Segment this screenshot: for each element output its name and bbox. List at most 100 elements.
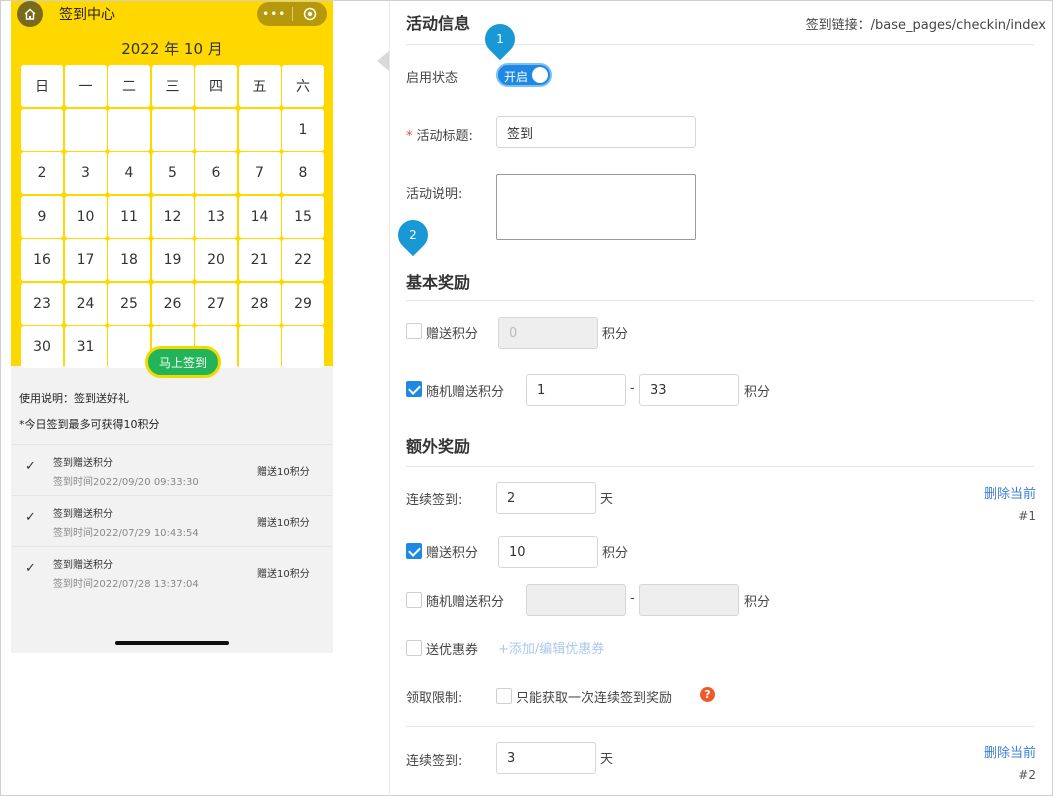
calendar-day[interactable]: 5 — [151, 152, 194, 194]
delete-reward-link[interactable]: 删除当前 — [984, 742, 1036, 761]
calendar-day[interactable]: 20 — [195, 239, 237, 281]
calendar-day[interactable]: 4 — [108, 152, 150, 194]
calendar-day[interactable]: 11 — [108, 195, 150, 238]
status-toggle[interactable]: 开启 — [496, 63, 552, 87]
random-min-input[interactable]: 1 — [526, 374, 626, 406]
checkin-record: ✓ 签到赠送积分 签到时间2022/07/28 13:37:04 赠送10积分 — [11, 546, 333, 596]
day-unit: 天 — [600, 492, 614, 507]
target-icon — [303, 7, 316, 21]
calendar-day[interactable] — [21, 108, 63, 151]
weekday-header: 五 — [238, 65, 281, 107]
coupon-checkbox[interactable] — [406, 640, 422, 656]
calendar-day[interactable] — [108, 326, 150, 368]
close-target-button[interactable] — [293, 7, 328, 21]
calendar-day[interactable] — [282, 326, 324, 368]
calendar-day[interactable]: 22 — [282, 239, 324, 281]
consecutive-days-input[interactable]: 2 — [496, 482, 596, 514]
calendar-day[interactable] — [238, 108, 281, 151]
calendar-day[interactable]: 29 — [282, 282, 324, 325]
calendar-day[interactable]: 21 — [238, 239, 281, 281]
points-unit: 积分 — [744, 385, 771, 400]
calendar-day[interactable]: 6 — [195, 152, 237, 194]
desc-textarea[interactable] — [496, 174, 696, 240]
more-icon[interactable]: ••• — [257, 7, 292, 21]
calendar-day[interactable]: 8 — [282, 152, 324, 194]
calendar-day[interactable]: 27 — [195, 282, 237, 325]
required-mark: * — [406, 129, 413, 144]
weekday-header: 六 — [282, 65, 324, 107]
calendar-day[interactable]: 26 — [151, 282, 194, 325]
step-badge-number: 1 — [496, 32, 504, 46]
section-title-basic-reward: 基本奖励 — [406, 273, 471, 292]
calendar-grid: 日一二三四五六 1 2 3 4 5 6 7 8 9 10 11 12 13 14 15 16 17 18 19 20 21… — [21, 65, 324, 368]
calendar-day[interactable]: 12 — [151, 195, 194, 238]
divider — [406, 300, 1034, 301]
calendar-day[interactable]: 16 — [21, 239, 63, 281]
random-points-checkbox[interactable] — [406, 381, 422, 397]
checkin-record: ✓ 签到赠送积分 签到时间2022/09/20 09:33:30 赠送10积分 — [11, 444, 333, 494]
calendar-day[interactable]: 25 — [108, 282, 150, 325]
check-icon: ✓ — [25, 561, 36, 576]
calendar-day[interactable]: 18 — [108, 239, 150, 281]
delete-reward-link[interactable]: 删除当前 — [984, 483, 1036, 502]
calendar-day[interactable]: 23 — [21, 282, 63, 325]
usage-note: 使用说明：签到送好礼 — [19, 392, 129, 405]
calendar-day[interactable]: 2 — [21, 152, 63, 194]
calendar-day[interactable]: 10 — [64, 195, 107, 238]
calendar-day[interactable] — [195, 108, 237, 151]
calendar-day[interactable]: 19 — [151, 239, 194, 281]
calendar-day[interactable]: 3 — [64, 152, 107, 194]
basic-points-checkbox[interactable] — [406, 323, 422, 339]
record-points: 赠送10积分 — [257, 467, 310, 478]
calendar-day[interactable]: 17 — [64, 239, 107, 281]
calendar-day[interactable] — [238, 326, 281, 368]
mobile-preview: 签到中心 ••• 2022 年 10 月 日一二三四五六 1 2 3 4 5 6 7 8 9 10 1… — [11, 1, 333, 653]
points-unit: 积分 — [744, 595, 771, 610]
step-badge: 2 — [391, 213, 435, 257]
limit-label: 领取限制: — [406, 691, 463, 706]
check-icon: ✓ — [25, 459, 36, 474]
calendar-day[interactable]: 9 — [21, 195, 63, 238]
calendar-day[interactable]: 15 — [282, 195, 324, 238]
consecutive-days-input[interactable]: 3 — [496, 742, 596, 774]
limit-checkbox[interactable] — [496, 688, 512, 704]
calendar-day[interactable] — [151, 108, 194, 151]
calendar-day[interactable]: 14 — [238, 195, 281, 238]
checkin-now-button[interactable]: 马上签到 — [145, 346, 221, 378]
extra-random-checkbox[interactable] — [406, 592, 422, 608]
capsule-menu[interactable]: ••• — [257, 2, 327, 26]
extra-random-min-input[interactable] — [526, 584, 626, 616]
section-title-extra-reward: 额外奖励 — [406, 437, 471, 456]
calendar-day[interactable]: 13 — [195, 195, 237, 238]
calendar-day[interactable]: 7 — [238, 152, 281, 194]
points-unit: 积分 — [602, 546, 629, 561]
home-button[interactable] — [17, 1, 43, 27]
calendar-day[interactable]: 31 — [64, 326, 107, 368]
random-max-input[interactable]: 33 — [639, 374, 739, 406]
title-label-text: 活动标题: — [416, 129, 473, 144]
record-title: 签到赠送积分 — [53, 458, 113, 469]
edit-coupon-link[interactable]: +添加/编辑优惠券 — [498, 638, 604, 657]
calendar-day[interactable] — [64, 108, 107, 151]
title-input[interactable]: 签到 — [496, 116, 696, 148]
record-time: 签到时间2022/07/28 13:37:04 — [53, 579, 199, 590]
range-dash: - — [630, 381, 635, 396]
calendar-day[interactable]: 1 — [282, 108, 324, 151]
toggle-text: 开启 — [504, 70, 529, 84]
extra-points-label: 赠送积分 — [426, 546, 479, 561]
calendar-day[interactable]: 30 — [21, 326, 63, 368]
status-label: 启用状态 — [406, 71, 459, 86]
extra-points-checkbox[interactable] — [406, 543, 422, 559]
calendar-day[interactable]: 24 — [64, 282, 107, 325]
checkin-record: ✓ 签到赠送积分 签到时间2022/07/29 10:43:54 赠送10积分 — [11, 495, 333, 545]
usage-notes: 使用说明：签到送好礼 *今日签到最多可获得10积分 — [19, 391, 160, 433]
calendar-day[interactable]: 28 — [238, 282, 281, 325]
help-icon[interactable]: ? — [700, 687, 715, 702]
extra-random-max-input[interactable] — [639, 584, 739, 616]
day-unit: 天 — [600, 752, 614, 767]
extra-points-input[interactable]: 10 — [498, 536, 598, 568]
calendar-day[interactable] — [108, 108, 150, 151]
basic-points-input[interactable]: 0 — [498, 317, 598, 349]
screenshot-frame: 签到中心 ••• 2022 年 10 月 日一二三四五六 1 2 3 4 5 6 7 8 9 10 1… — [0, 0, 1053, 796]
section-title-activity-info: 活动信息 — [406, 14, 471, 33]
